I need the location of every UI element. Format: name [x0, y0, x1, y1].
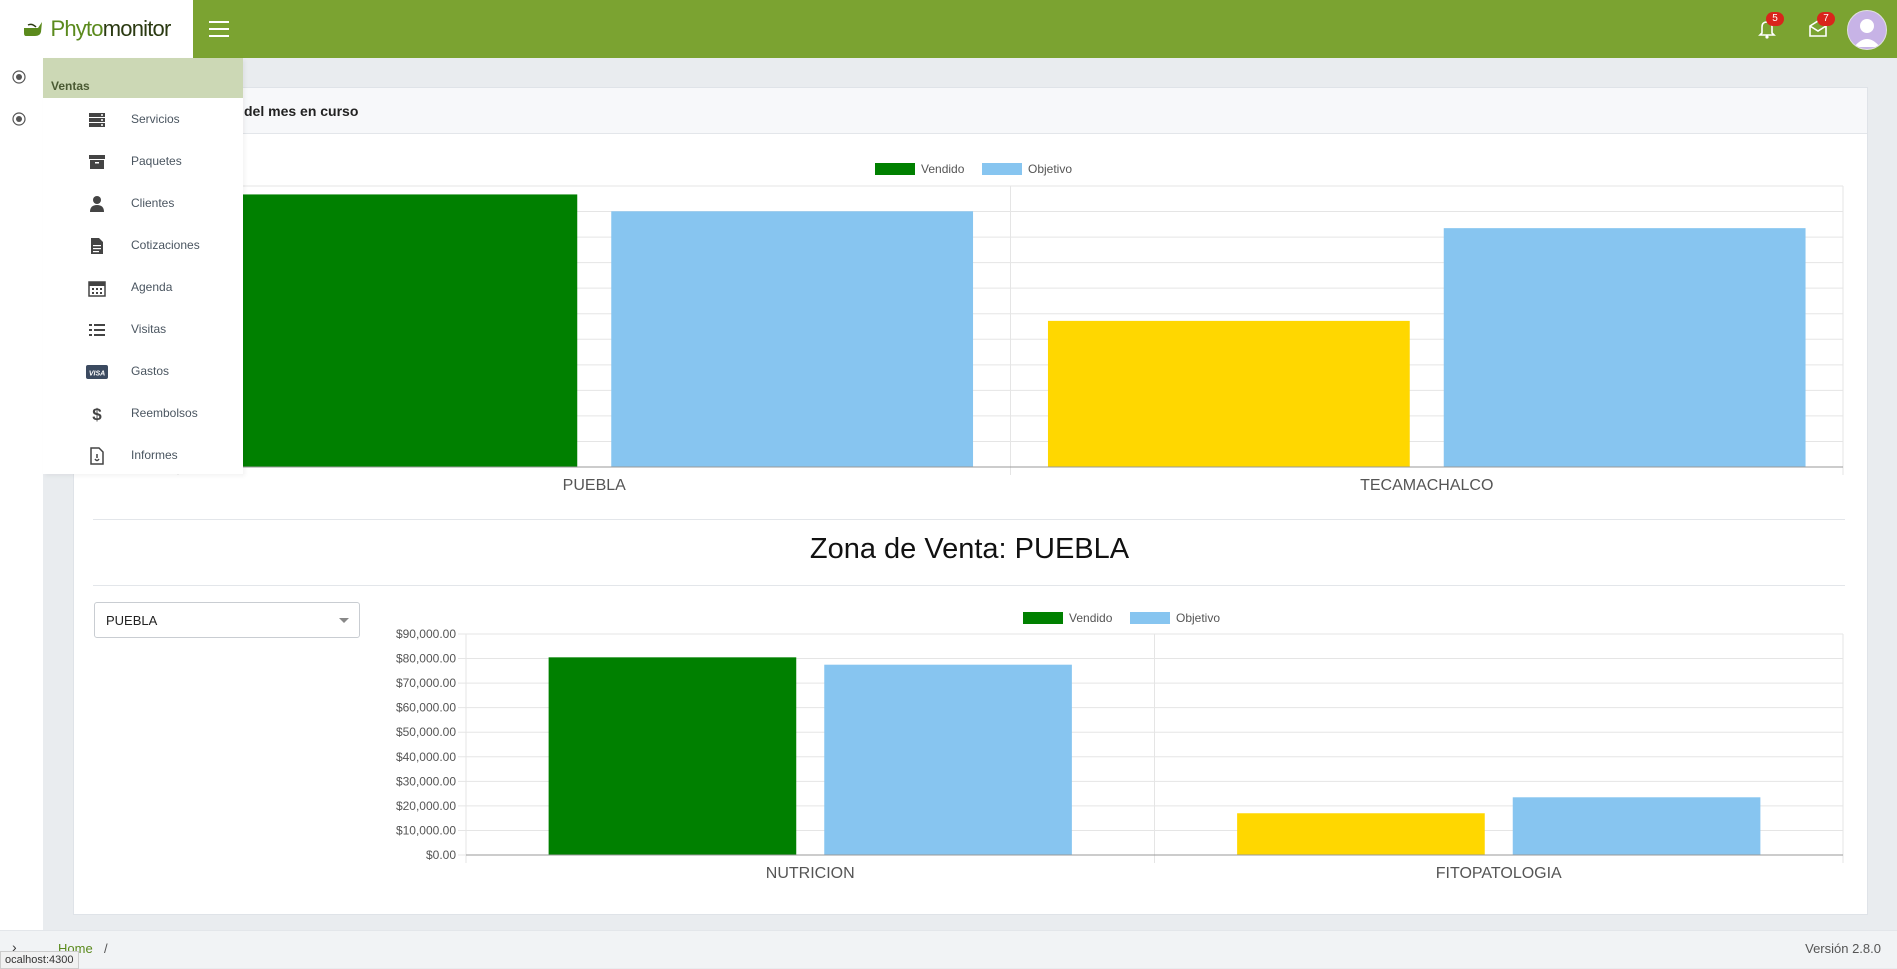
sidebar-item-cotizaciones[interactable]: Cotizaciones [43, 224, 243, 266]
dollar-icon: $ [92, 405, 102, 423]
report-icon [90, 447, 104, 465]
sidebar-item-label: Visitas [131, 322, 167, 336]
messages-badge: 7 [1817, 12, 1835, 26]
sidebar-item-label: Paquetes [131, 154, 182, 168]
sidebar-item-agenda[interactable]: Agenda [43, 266, 243, 308]
notifications-badge: 5 [1766, 12, 1784, 26]
brand-name: Phytomonitor [50, 16, 172, 42]
sidebar-item-label: Reembolsos [131, 406, 198, 420]
notifications-button[interactable]: 5 [1752, 12, 1784, 44]
sidebar-item-visitas[interactable]: Visitas [43, 308, 243, 350]
submenu-header[interactable]: Ventas [43, 58, 243, 98]
chevron-down-icon [339, 618, 349, 623]
version-label: Versión 2.8.0 [1805, 941, 1881, 956]
target-icon[interactable] [12, 70, 26, 84]
svg-text:VISA: VISA [89, 371, 105, 378]
server-icon [89, 113, 105, 127]
sidebar-item-informes[interactable]: Informes [43, 434, 243, 476]
breadcrumb-separator: / [104, 941, 108, 956]
hamburger-menu-icon[interactable] [205, 15, 233, 43]
visa-card-icon: VISA [86, 365, 108, 379]
sidebar-item-label: Informes [131, 448, 178, 462]
svg-text:$: $ [92, 405, 102, 423]
user-icon [90, 196, 104, 212]
sidebar-item-clientes[interactable]: Clientes [43, 182, 243, 224]
user-avatar[interactable] [1847, 10, 1887, 50]
brand-name-part2: monitor [102, 16, 172, 41]
section-divider [93, 519, 1845, 520]
top-navbar: Phytomonitor 5 7 [0, 0, 1897, 58]
target-icon[interactable] [12, 112, 26, 126]
list-icon [89, 324, 105, 336]
sidebar-item-gastos[interactable]: VISA Gastos [43, 350, 243, 392]
section-divider [93, 585, 1845, 586]
calendar-icon [88, 281, 106, 297]
zone-select-value: PUEBLA [106, 612, 158, 628]
sidebar-item-servicios[interactable]: Servicios [43, 98, 243, 140]
sidebar-item-paquetes[interactable]: Paquetes [43, 140, 243, 182]
footer: › Home / Versión 2.8.0 [0, 930, 1897, 968]
messages-button[interactable]: 7 [1803, 12, 1835, 44]
sidebar-item-label: Agenda [131, 280, 173, 294]
user-silhouette-icon [1854, 19, 1880, 47]
card-title: del mes en curso [74, 88, 1867, 134]
sales-card: del mes en curso [73, 87, 1868, 915]
archive-icon [89, 155, 105, 169]
brand-name-part1: Phyto [50, 16, 103, 41]
sales-submenu: Ventas Servicios Paquetes Clientes Cotiz… [43, 58, 243, 474]
sidebar-item-label: Clientes [131, 196, 175, 210]
zone-select[interactable]: PUEBLA [94, 602, 360, 638]
zone-title: Zona de Venta: PUEBLA [809, 533, 1130, 565]
left-icon-rail [0, 58, 43, 930]
sidebar-item-label: Cotizaciones [131, 238, 200, 252]
brand-logo[interactable]: Phytomonitor [0, 0, 193, 58]
browser-status-url: ocalhost:4300 [0, 951, 79, 969]
sidebar-item-label: Servicios [131, 112, 180, 126]
sidebar-item-reembolsos[interactable]: $ Reembolsos [43, 392, 243, 434]
document-icon [91, 238, 103, 254]
sidebar-item-label: Gastos [131, 364, 170, 378]
leaf-logo-icon [24, 22, 43, 36]
